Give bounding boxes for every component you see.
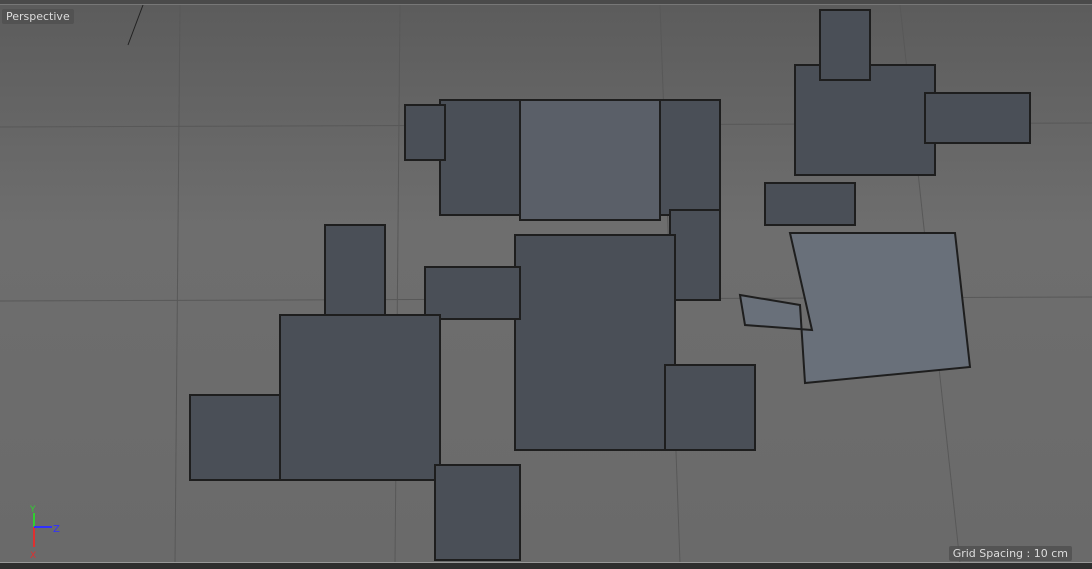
axis-gizmo-icon: Y Z X (29, 505, 60, 560)
grid-spacing-label: Grid Spacing : 10 cm (948, 546, 1072, 561)
model-chassis (514, 234, 676, 451)
model-crates (764, 182, 856, 226)
perspective-viewport[interactable]: Perspective Grid Spacing : 10 cm Y Z X (0, 4, 1092, 563)
axis-y-label: Y (29, 505, 36, 515)
axis-z-label: Z (53, 524, 60, 535)
model-tracks (279, 314, 441, 481)
camera-label[interactable]: Perspective (2, 9, 74, 24)
model-cabin (794, 64, 936, 176)
axis-x-label: X (30, 551, 36, 560)
world-axis-line (127, 5, 144, 46)
model-objects[interactable] (189, 9, 1031, 561)
model-ramp (738, 232, 972, 385)
scene-canvas[interactable] (0, 5, 1092, 563)
model-turret (434, 464, 521, 561)
